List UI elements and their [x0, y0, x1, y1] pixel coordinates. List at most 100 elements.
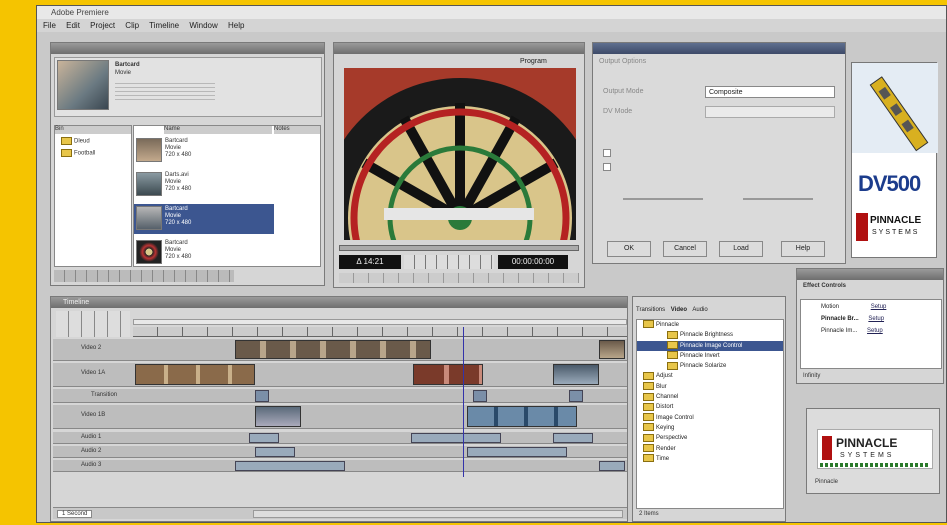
folder-item[interactable]: Blur: [637, 382, 783, 392]
video-clip[interactable]: [235, 340, 431, 359]
video-clip[interactable]: [413, 364, 483, 385]
monitor-scrubber[interactable]: [339, 245, 579, 251]
work-area-bar[interactable]: [133, 319, 627, 325]
clip-row[interactable]: Darts.avi Movie 720 x 480: [134, 170, 320, 200]
effect-list: Motion Setup Pinnacle Br... Setup Pinnac…: [800, 299, 942, 369]
checkbox-option-2[interactable]: [603, 163, 611, 171]
video-clip[interactable]: [467, 406, 577, 427]
track-video-2: Video 2: [53, 339, 627, 361]
folder-item[interactable]: Image Control: [637, 413, 783, 423]
project-toolbar[interactable]: [54, 270, 234, 282]
clip-name: Darts.avi: [165, 172, 189, 178]
clip-res: 720 x 480: [165, 152, 192, 158]
tab-video[interactable]: Video: [671, 307, 687, 313]
effect-row[interactable]: Pinnacle Br... Setup: [801, 310, 941, 322]
bin-dleud[interactable]: Dleud: [55, 134, 131, 149]
folder-item[interactable]: Render: [637, 443, 783, 454]
dartboard-image: [344, 78, 576, 240]
track-audio-2: Audio 2: [53, 446, 627, 458]
folder-item[interactable]: Channel: [637, 392, 783, 402]
audio-clip[interactable]: [553, 433, 593, 443]
clip-type: Movie: [165, 213, 182, 219]
audio-clip[interactable]: [249, 433, 279, 443]
transition-clip[interactable]: [569, 390, 583, 402]
folder-icon: [643, 402, 654, 411]
output-select[interactable]: Composite: [705, 86, 835, 98]
timecode-left: Δ 14:21: [339, 255, 401, 269]
edit-line[interactable]: [463, 327, 464, 477]
folder-item[interactable]: Keying: [637, 423, 783, 433]
tab-audio[interactable]: Audio: [692, 307, 707, 313]
transitions-panel: Transitions Video Audio Pinnacle Pinnacl…: [632, 296, 786, 522]
audio-clip[interactable]: [411, 433, 501, 443]
mode-select[interactable]: [705, 106, 835, 118]
video-clip[interactable]: [255, 406, 301, 427]
menu-project[interactable]: Project: [90, 21, 115, 30]
audio-clip[interactable]: [255, 447, 295, 457]
effect-row[interactable]: Pinnacle Im... Setup: [801, 322, 941, 334]
volume-slider[interactable]: [623, 198, 703, 200]
clip-name: Bartcard: [165, 138, 188, 144]
audio-clip[interactable]: [235, 461, 345, 471]
effect-row[interactable]: Motion Setup: [801, 300, 941, 310]
checkbox-option-1[interactable]: [603, 149, 611, 157]
video-clip[interactable]: [135, 364, 255, 385]
monitor-toolbar[interactable]: [339, 273, 579, 283]
load-button[interactable]: Load: [719, 241, 763, 257]
transport-controls[interactable]: [404, 255, 494, 269]
menu-file[interactable]: File: [43, 21, 56, 30]
help-button[interactable]: Help: [781, 241, 825, 257]
timeline-tools[interactable]: [56, 311, 130, 337]
balance-slider[interactable]: [743, 198, 813, 200]
clip-thumbnail: [136, 138, 162, 162]
clip-row[interactable]: Bartcard Movie 720 x 480: [134, 238, 320, 266]
audio-clip[interactable]: [599, 461, 625, 471]
bin-football[interactable]: Football: [55, 148, 131, 158]
transition-clip[interactable]: [473, 390, 487, 402]
video-clip[interactable]: [599, 340, 625, 359]
track-label: Audio 3: [81, 462, 102, 468]
folder-icon: [643, 320, 654, 329]
video-clip[interactable]: [553, 364, 599, 385]
menu-timeline[interactable]: Timeline: [149, 21, 179, 30]
folder-item[interactable]: Perspective: [637, 433, 783, 443]
transitions-tabs: Transitions Video Audio: [636, 307, 784, 317]
clip-row[interactable]: Bartcard Movie 720 x 480: [134, 136, 320, 166]
col-name: Name: [164, 126, 272, 134]
menu-bar: File Edit Project Clip Timeline Window H…: [37, 19, 946, 32]
transition-clip[interactable]: [255, 390, 269, 402]
menu-window[interactable]: Window: [189, 21, 217, 30]
pinnacle-panel-label: Pinnacle: [815, 479, 839, 485]
track-label: Video 1A: [81, 370, 106, 376]
ok-button[interactable]: OK: [607, 241, 651, 257]
effect-item[interactable]: Pinnacle Invert: [637, 351, 783, 361]
tab-transitions[interactable]: Transitions: [636, 307, 665, 313]
clip-row-selected[interactable]: Bartcard Movie 720 x 480: [134, 204, 274, 234]
cancel-button[interactable]: Cancel: [663, 241, 707, 257]
audio-clip[interactable]: [467, 447, 567, 457]
menu-help[interactable]: Help: [228, 21, 244, 30]
dv500-logo: DV500: [858, 171, 921, 196]
pinnacle-badge-brand: PINNACLE: [836, 436, 898, 450]
menu-clip[interactable]: Clip: [125, 21, 139, 30]
folder-item[interactable]: Distort: [637, 402, 783, 412]
effect-item[interactable]: Pinnacle Solarize: [637, 361, 783, 371]
app-title: Adobe Premiere: [37, 6, 946, 19]
program-video: [344, 68, 576, 240]
effect-item[interactable]: Pinnacle Brightness: [637, 330, 783, 340]
timeline-ruler[interactable]: [133, 327, 627, 337]
horizontal-scrollbar[interactable]: [253, 510, 623, 518]
track-audio-3: Audio 3: [53, 460, 627, 472]
label-output-mode: Output Mode: [603, 88, 644, 95]
zoom-select[interactable]: 1 Second: [57, 510, 93, 518]
bin-list: Bin Dleud Football: [54, 125, 132, 267]
timeline-title: Timeline: [51, 297, 627, 308]
folder-item[interactable]: Time: [637, 454, 783, 464]
timeline-panel: Timeline Video 2 Video 1A Transition Vid…: [50, 296, 628, 522]
dialog-tab[interactable]: Output Options: [599, 58, 646, 65]
effect-icon: [667, 351, 678, 360]
folder-pinnacle[interactable]: Pinnacle: [637, 320, 783, 330]
menu-edit[interactable]: Edit: [66, 21, 80, 30]
folder-item[interactable]: Adjust: [637, 371, 783, 381]
effect-item-selected[interactable]: Pinnacle Image Control: [637, 340, 783, 351]
